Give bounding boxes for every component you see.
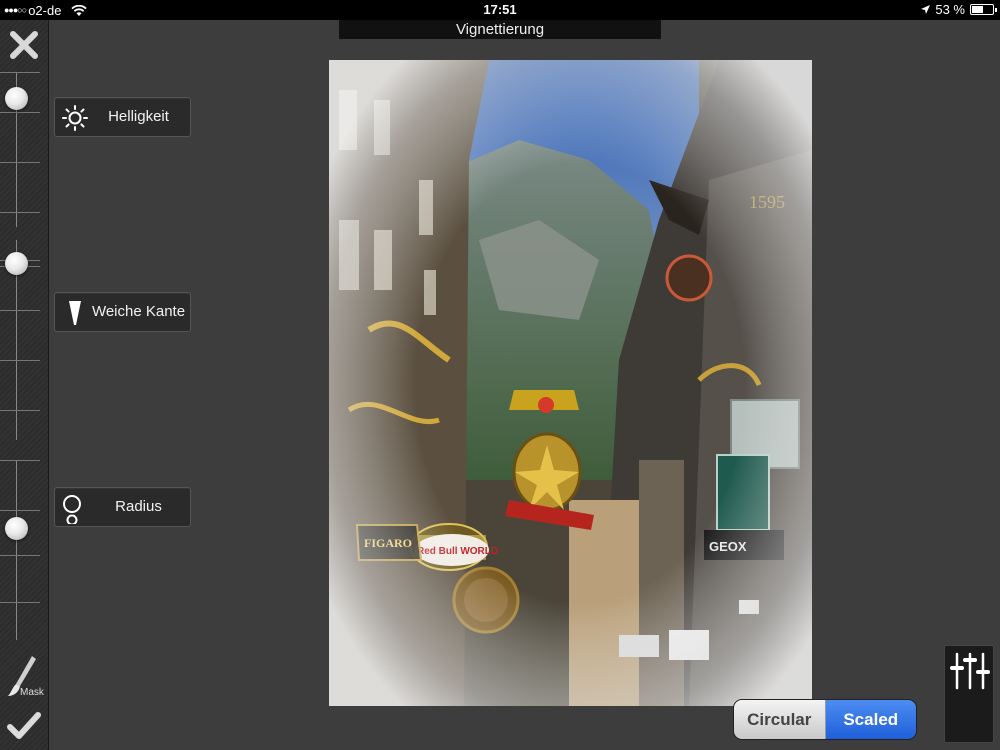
slider-tick bbox=[0, 602, 40, 603]
slider-knob[interactable] bbox=[5, 517, 28, 540]
slider-tick bbox=[0, 162, 40, 163]
slider-knob[interactable] bbox=[5, 252, 28, 275]
helligkeit-label-box: Helligkeit bbox=[54, 97, 191, 137]
slider-tick bbox=[0, 510, 40, 511]
slider-tick bbox=[0, 555, 40, 556]
photo-image: Red Bull WORLD FIGARO GEOX 1595 bbox=[329, 60, 812, 706]
page-title: Vignettierung bbox=[339, 20, 661, 39]
photo-canvas[interactable]: Red Bull WORLD FIGARO GEOX 1595 bbox=[329, 60, 812, 706]
sun-icon bbox=[62, 105, 88, 131]
mask-label: Mask bbox=[20, 687, 44, 698]
slider-tick bbox=[0, 72, 40, 73]
weiche-kante-label: Weiche Kante bbox=[91, 303, 186, 320]
left-toolbar: Mask bbox=[0, 20, 49, 750]
weiche-kante-slider[interactable] bbox=[0, 240, 49, 440]
battery-area: 53 % bbox=[920, 0, 997, 20]
soft-edge-icon bbox=[69, 301, 81, 325]
mode-scaled-button[interactable]: Scaled bbox=[825, 700, 916, 739]
battery-icon bbox=[970, 4, 997, 15]
slider-tick bbox=[0, 212, 40, 213]
vignette-mode-control[interactable]: Circular Scaled bbox=[733, 699, 917, 740]
slider-tick bbox=[0, 112, 40, 113]
slider-tick bbox=[0, 310, 40, 311]
helligkeit-slider[interactable] bbox=[0, 72, 49, 227]
status-bar: ●●●○○ o2-de 17:51 53 % bbox=[0, 0, 1000, 20]
mode-circular-button[interactable]: Circular bbox=[734, 700, 826, 739]
checkmark-icon[interactable] bbox=[6, 708, 42, 744]
slider-tick bbox=[0, 460, 40, 461]
sliders-icon bbox=[950, 652, 990, 690]
radius-label: Radius bbox=[115, 498, 162, 515]
radius-icon bbox=[63, 495, 81, 524]
helligkeit-label: Helligkeit bbox=[108, 108, 169, 125]
close-icon[interactable] bbox=[7, 28, 41, 62]
slider-tick bbox=[0, 360, 40, 361]
clock: 17:51 bbox=[483, 2, 517, 17]
radius-slider[interactable] bbox=[0, 460, 49, 640]
slider-knob[interactable] bbox=[5, 87, 28, 110]
battery-percent: 53 % bbox=[935, 2, 965, 17]
slider-track bbox=[16, 460, 17, 640]
weiche-kante-label-box: Weiche Kante bbox=[54, 292, 191, 332]
radius-label-box: Radius bbox=[54, 487, 191, 527]
battery-fill bbox=[972, 6, 983, 13]
slider-tick bbox=[0, 410, 40, 411]
location-icon bbox=[921, 5, 931, 14]
adjust-button[interactable] bbox=[944, 645, 994, 743]
